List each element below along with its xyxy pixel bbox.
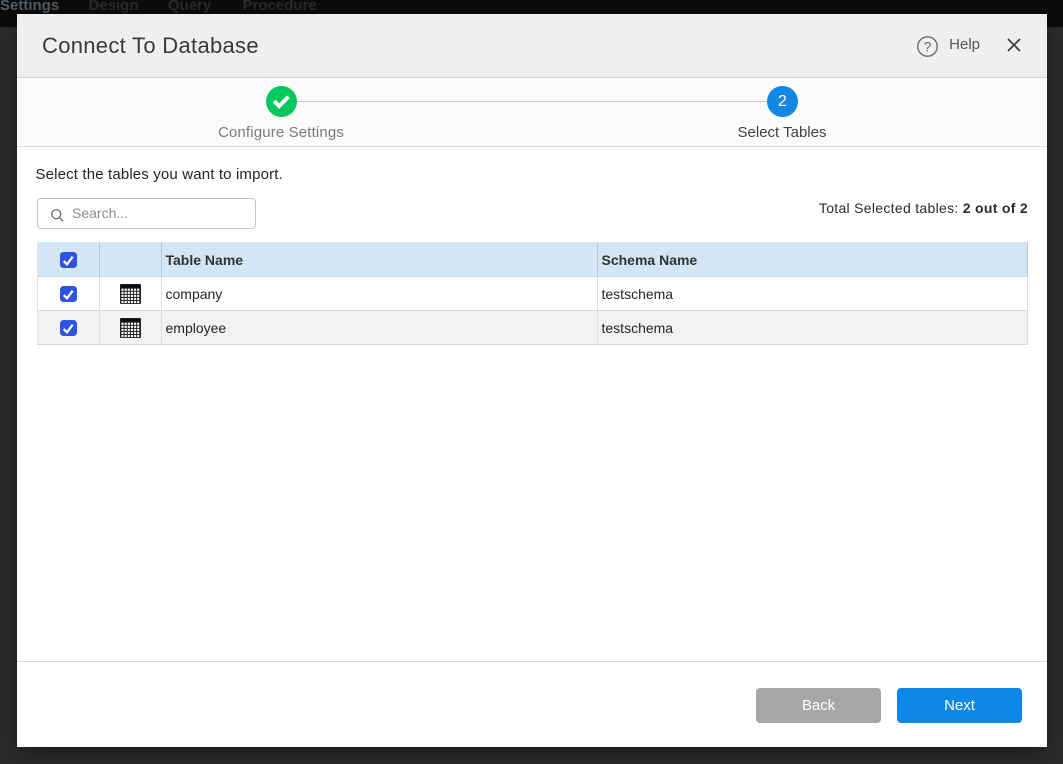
svg-text:?: ? — [923, 38, 931, 54]
